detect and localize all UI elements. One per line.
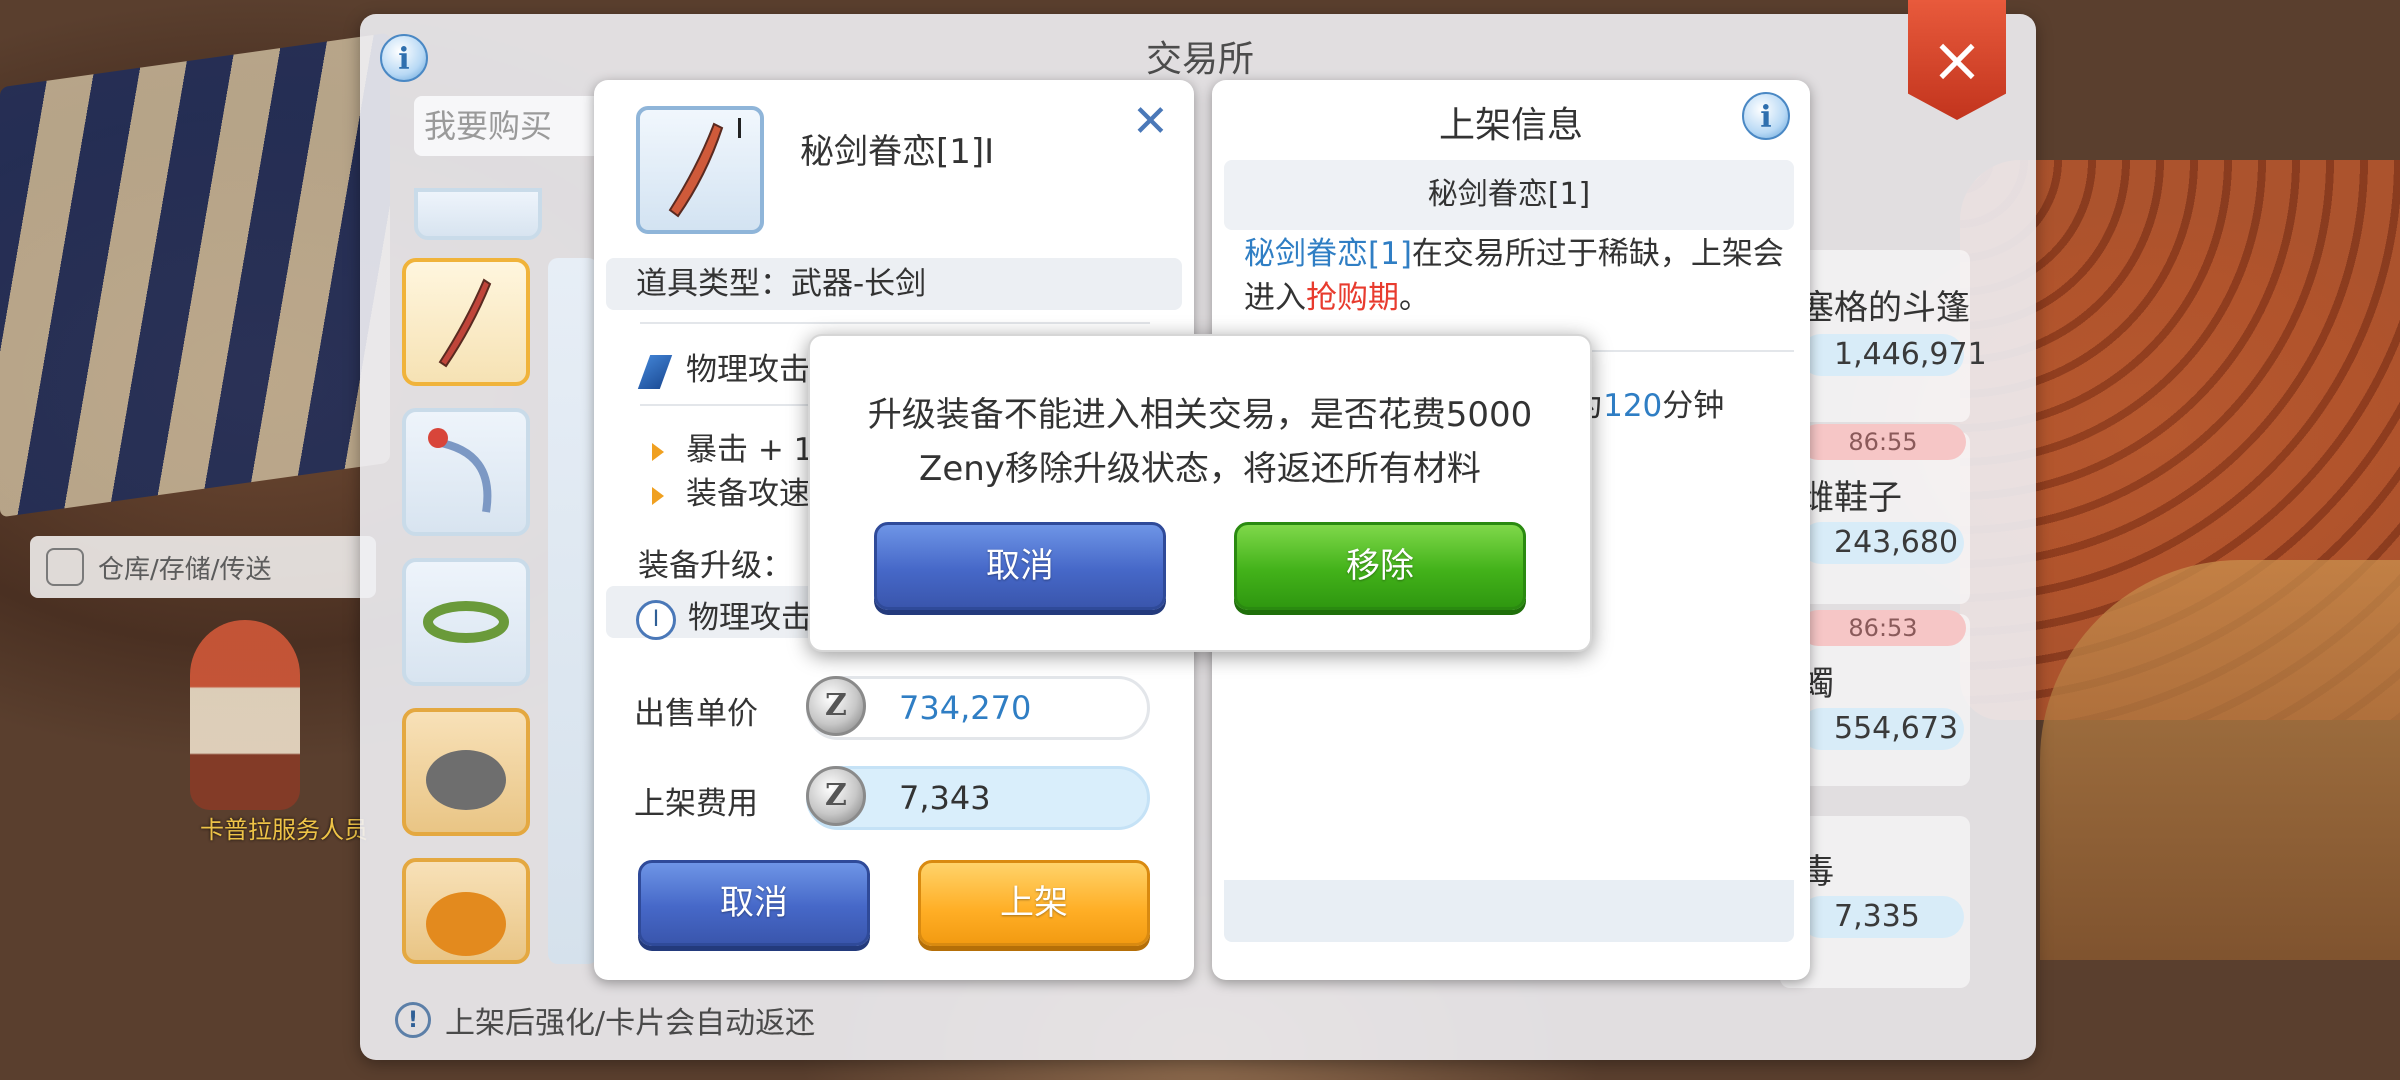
- listing-msg-red: 抢购期: [1306, 280, 1399, 316]
- attr-bullet-text: 装备攻速: [686, 476, 810, 512]
- zeny-coin-icon: Z: [806, 676, 866, 736]
- list-item-timer: 86:53: [1800, 610, 1966, 646]
- sell-price-label: 出售单价: [634, 696, 758, 732]
- wreath-icon: [423, 601, 509, 643]
- divider: [640, 404, 810, 406]
- list-item-timer: 86:55: [1800, 424, 1966, 460]
- grid-cell[interactable]: [402, 408, 530, 536]
- list-item-name: 雌鞋子: [1800, 478, 1902, 518]
- item-type: 道具类型：武器-长剑: [606, 258, 1182, 310]
- info-icon[interactable]: i: [1742, 92, 1790, 140]
- listing-msg-end: 。: [1399, 280, 1430, 316]
- storage-shortcut[interactable]: 仓库/存储/传送: [30, 536, 376, 598]
- listing-footer-bar: [1224, 880, 1794, 942]
- grid-cell-selected[interactable]: [402, 258, 530, 386]
- upgrade-row: I 物理攻击: [636, 592, 812, 640]
- fee-label: 上架费用: [634, 786, 758, 822]
- footer-note-text: 上架后强化/卡片会自动返还: [445, 1006, 816, 1041]
- dialog-line-2: Zeny移除升级状态，将返还所有材料: [919, 449, 1481, 489]
- dialog-remove-button[interactable]: 移除: [1234, 522, 1526, 610]
- dialog-line-1: 升级装备不能进入相关交易，是否花费5000: [867, 395, 1533, 435]
- pumpkin-icon: [426, 892, 506, 956]
- dialog-message: 升级装备不能进入相关交易，是否花费5000 Zeny移除升级状态，将返还所有材料: [830, 388, 1570, 496]
- upgrade-label: 装备升级：: [638, 548, 793, 584]
- list-button[interactable]: 上架: [918, 860, 1150, 946]
- info-icon[interactable]: i: [380, 34, 428, 82]
- list-item-price: 243,680: [1800, 522, 1964, 564]
- grid-cell[interactable]: [402, 858, 530, 964]
- listing-title: 上架信息: [1438, 105, 1583, 146]
- listing-message: 秘剑眷恋[1]在交易所过于稀缺，上架会进入抢购期。: [1244, 232, 1784, 320]
- grid-cell[interactable]: [402, 708, 530, 836]
- list-item-name: 塞格的斗篷: [1800, 288, 1970, 328]
- period-unit: 分钟: [1662, 388, 1725, 424]
- grid-cell[interactable]: [414, 188, 542, 240]
- grid-column-2[interactable]: [548, 258, 598, 964]
- attr-main: 物理攻击: [686, 352, 810, 388]
- upgrade-level-icon: I: [636, 599, 676, 640]
- attr-bullet: 暴击 + 10: [652, 424, 833, 469]
- sword-icon: [668, 118, 741, 218]
- cancel-button[interactable]: 取消: [638, 860, 870, 946]
- grid-cell[interactable]: [402, 558, 530, 686]
- arrow-icon: [652, 486, 664, 505]
- upgrade-attr: 物理攻击: [688, 600, 812, 636]
- storage-shortcut-label: 仓库/存储/传送: [98, 554, 272, 585]
- bow-icon: [428, 428, 492, 513]
- attr-main-row: 物理攻击: [637, 344, 810, 389]
- list-item-price: 554,673: [1800, 708, 1964, 750]
- arrow-icon: [652, 442, 664, 461]
- npc-name-label: 卡普拉服务人员: [200, 816, 368, 844]
- list-item-price: 7,335: [1800, 896, 1964, 938]
- panel-title: 交易所: [1145, 39, 1254, 80]
- dialog-cancel-button[interactable]: 取消: [874, 522, 1166, 610]
- market-awning: [0, 32, 390, 518]
- listing-msg-item: 秘剑眷恋[1]: [1244, 236, 1412, 272]
- attr-bullet: 装备攻速: [652, 468, 810, 513]
- divider: [640, 322, 1150, 324]
- period-num: 120: [1603, 388, 1663, 424]
- sword-icon: [438, 278, 492, 368]
- listing-item-name: 秘剑眷恋[1]: [1224, 160, 1794, 230]
- item-icon: [636, 106, 764, 234]
- hat-icon: [426, 750, 506, 810]
- list-item-price: 1,446,971: [1800, 334, 1987, 376]
- close-icon[interactable]: ✕: [1132, 96, 1169, 147]
- zeny-coin-icon: Z: [806, 766, 866, 826]
- item-name: 秘剑眷恋[1]I: [800, 132, 995, 172]
- warning-icon: !: [395, 1002, 431, 1038]
- footer-note: ! 上架后强化/卡片会自动返还: [395, 998, 815, 1042]
- bag-icon: [46, 548, 84, 586]
- npc-character[interactable]: [190, 620, 300, 810]
